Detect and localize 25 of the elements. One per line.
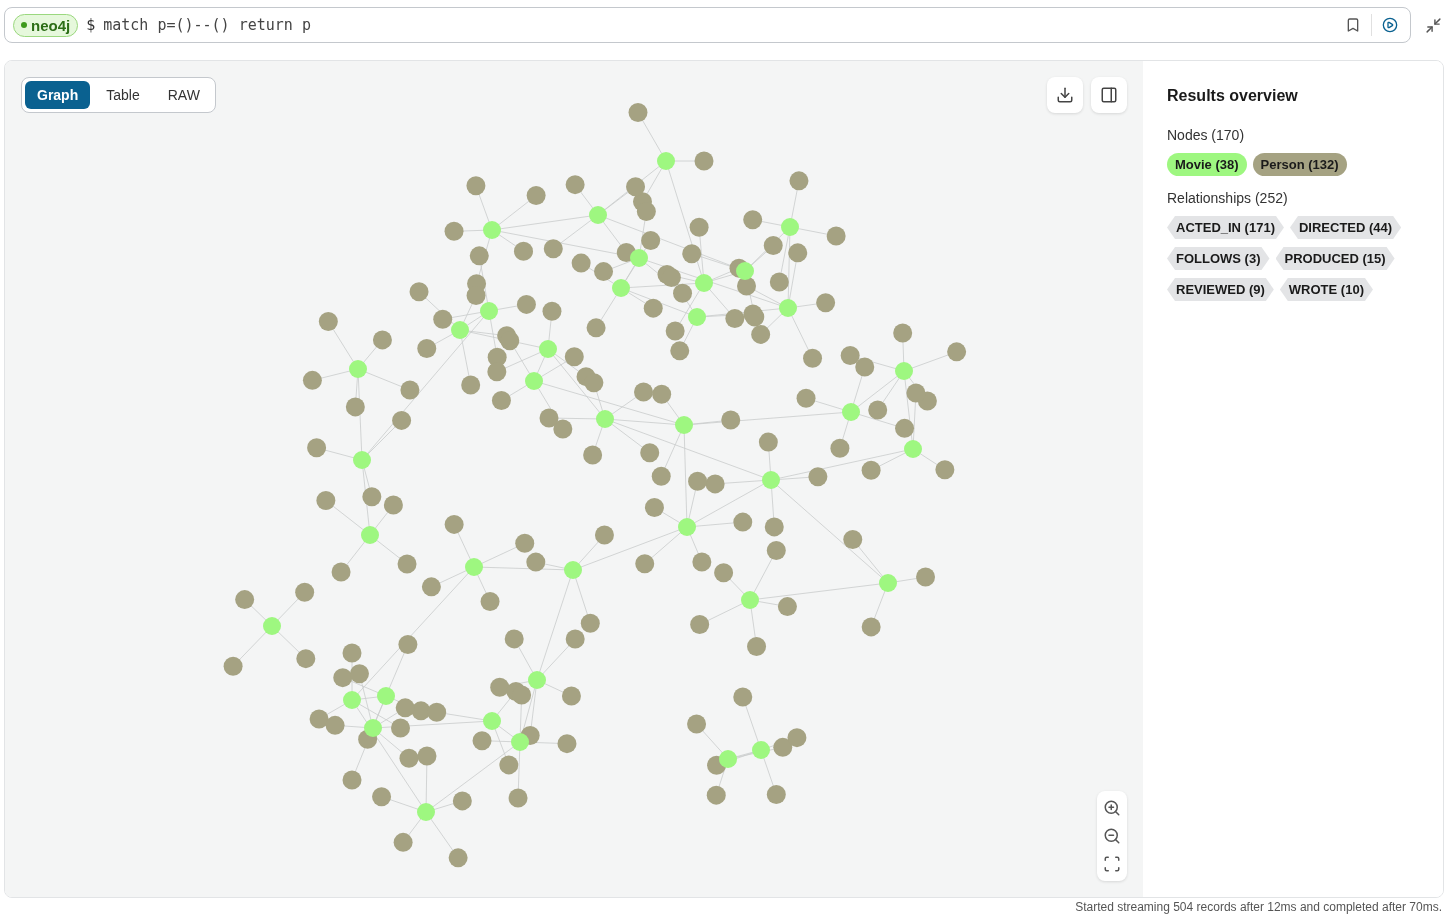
side-panel-icon [1100, 86, 1118, 104]
node-label-chip[interactable]: Movie (38) [1167, 153, 1247, 176]
relationship-type-chip[interactable]: FOLLOWS (3) [1167, 247, 1270, 270]
panel-toggle-button[interactable] [1091, 77, 1127, 113]
query-editor[interactable]: neo4j $ match p=()--() return p [4, 7, 1411, 43]
relationship-type-chip[interactable]: WROTE (10) [1279, 278, 1373, 301]
relationship-type-chip[interactable]: ACTED_IN (171) [1167, 216, 1284, 239]
view-tab[interactable]: Table [94, 81, 152, 109]
node-label-chip[interactable]: Person (132) [1252, 153, 1347, 176]
query-text[interactable]: match p=()--() return p [103, 16, 1335, 34]
run-icon[interactable] [1380, 15, 1400, 35]
relationship-type-chip[interactable]: DIRECTED (44) [1289, 216, 1402, 239]
panel-title: Results overview [1167, 87, 1299, 105]
connection-badge: neo4j [13, 13, 79, 37]
view-tab[interactable]: RAW [155, 81, 212, 109]
relationship-type-chip[interactable]: REVIEWED (9) [1167, 278, 1274, 301]
prompt-symbol: $ [86, 16, 96, 34]
download-button[interactable] [1047, 77, 1083, 113]
view-tab[interactable]: Graph [25, 81, 91, 109]
relationships-heading: Relationships (252) [1167, 190, 1289, 206]
relationship-type-chip[interactable]: PRODUCED (15) [1275, 247, 1395, 270]
download-icon [1056, 86, 1074, 104]
graph-canvas[interactable]: Graph Table RAW [5, 61, 1143, 897]
status-text: Started streaming 504 records after 12ms and completed after 70ms. [1074, 899, 1443, 914]
nodes-heading: Nodes (170) [1167, 127, 1246, 143]
